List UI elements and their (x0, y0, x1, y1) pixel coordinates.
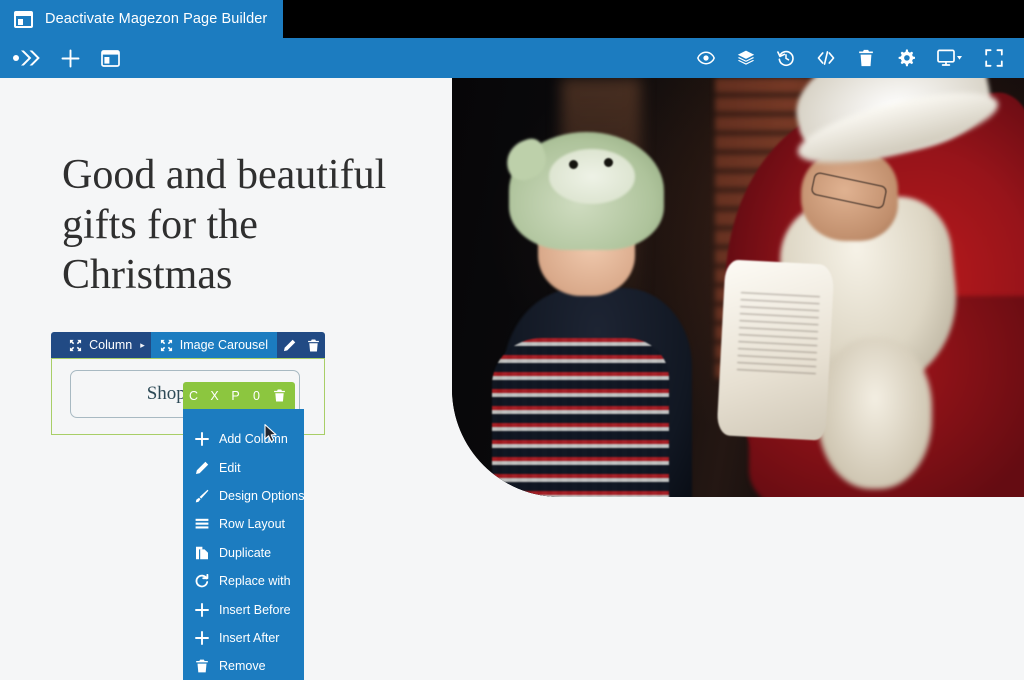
active-element-label: Image Carousel (179, 338, 268, 352)
menu-label: Duplicate (219, 545, 272, 560)
column-label: Column (89, 338, 133, 352)
menu-item-remove[interactable]: Remove (183, 652, 304, 680)
element-context-menu: Add Column Edit Design Options Row Layou… (183, 409, 304, 680)
menu-item-add-column[interactable]: Add Column (183, 425, 304, 453)
templates-layout-icon[interactable] (90, 38, 130, 78)
chevron-right-icon: ▸ (140, 339, 145, 350)
refresh-icon (195, 574, 215, 588)
duplicate-icon (195, 546, 215, 560)
fullscreen-icon[interactable] (974, 38, 1014, 78)
menu-label: Insert Before (219, 602, 291, 617)
delete-element-trash-icon[interactable] (301, 332, 325, 358)
column-breadcrumb-item[interactable]: Column (61, 332, 140, 358)
shortcut-c[interactable]: C (183, 389, 204, 403)
element-actions (277, 332, 325, 358)
preview-eye-icon[interactable] (686, 38, 726, 78)
menu-item-edit[interactable]: Edit (183, 453, 304, 481)
shortcut-x[interactable]: X (204, 389, 225, 403)
active-element-image-carousel[interactable]: Image Carousel (150, 332, 277, 358)
toolbar-right-group (686, 38, 1024, 78)
menu-label: Row Layout (219, 517, 286, 532)
menu-item-row-layout[interactable]: Row Layout (183, 510, 304, 538)
main-toolbar (0, 38, 1024, 78)
plus-icon (195, 630, 215, 645)
rows-icon (195, 517, 215, 531)
code-icon[interactable] (806, 38, 846, 78)
page-title: Good and beautiful gifts for the Christm… (62, 152, 387, 298)
menu-label: Replace with (219, 574, 291, 589)
shortcut-0[interactable]: 0 (246, 389, 267, 403)
menu-label: Insert After (219, 630, 280, 645)
column-control-bar: Column ▸ Image Carousel (51, 332, 325, 358)
layers-icon[interactable] (726, 38, 766, 78)
hero-image[interactable] (452, 78, 1024, 497)
brush-icon (195, 489, 215, 503)
menu-item-replace-with[interactable]: Replace with (183, 567, 304, 595)
menu-label: Add Column (219, 432, 288, 447)
hero-image-content (452, 78, 1024, 497)
deactivate-page-builder-button[interactable]: Deactivate Magezon Page Builder (0, 0, 284, 38)
menu-item-duplicate[interactable]: Duplicate (183, 539, 304, 567)
editor-canvas: Good and beautiful gifts for the Christm… (0, 78, 1024, 680)
menu-label: Design Options (219, 488, 305, 503)
move-icon (160, 339, 173, 352)
menu-item-insert-before[interactable]: Insert Before (183, 595, 304, 623)
deactivate-label: Deactivate Magezon Page Builder (45, 11, 268, 27)
plus-icon (195, 602, 215, 617)
page-builder-app: Deactivate Magezon Page Builder Good and… (0, 0, 1024, 680)
toolbar-left-group (0, 38, 130, 78)
trash-icon[interactable] (846, 38, 886, 78)
gear-icon[interactable] (886, 38, 926, 78)
page-builder-icon (14, 10, 33, 28)
edit-element-pencil-icon[interactable] (277, 332, 301, 358)
element-shortcut-bar: C X P 0 (183, 382, 295, 409)
shortcut-p[interactable]: P (225, 389, 246, 403)
move-icon (69, 339, 82, 352)
responsive-view-monitor-icon[interactable] (926, 38, 974, 78)
top-strip: Deactivate Magezon Page Builder (0, 0, 1024, 38)
shortcut-trash-icon[interactable] (267, 389, 291, 402)
trash-icon (195, 659, 215, 673)
menu-item-design-options[interactable]: Design Options (183, 482, 304, 510)
pencil-icon (195, 461, 215, 475)
plus-icon (195, 432, 215, 447)
menu-label: Remove (219, 659, 266, 674)
menu-label: Edit (219, 460, 241, 475)
menu-item-insert-after[interactable]: Insert After (183, 624, 304, 652)
magezon-chevrons-logo-icon[interactable] (6, 38, 50, 78)
add-element-button[interactable] (50, 38, 90, 78)
history-icon[interactable] (766, 38, 806, 78)
